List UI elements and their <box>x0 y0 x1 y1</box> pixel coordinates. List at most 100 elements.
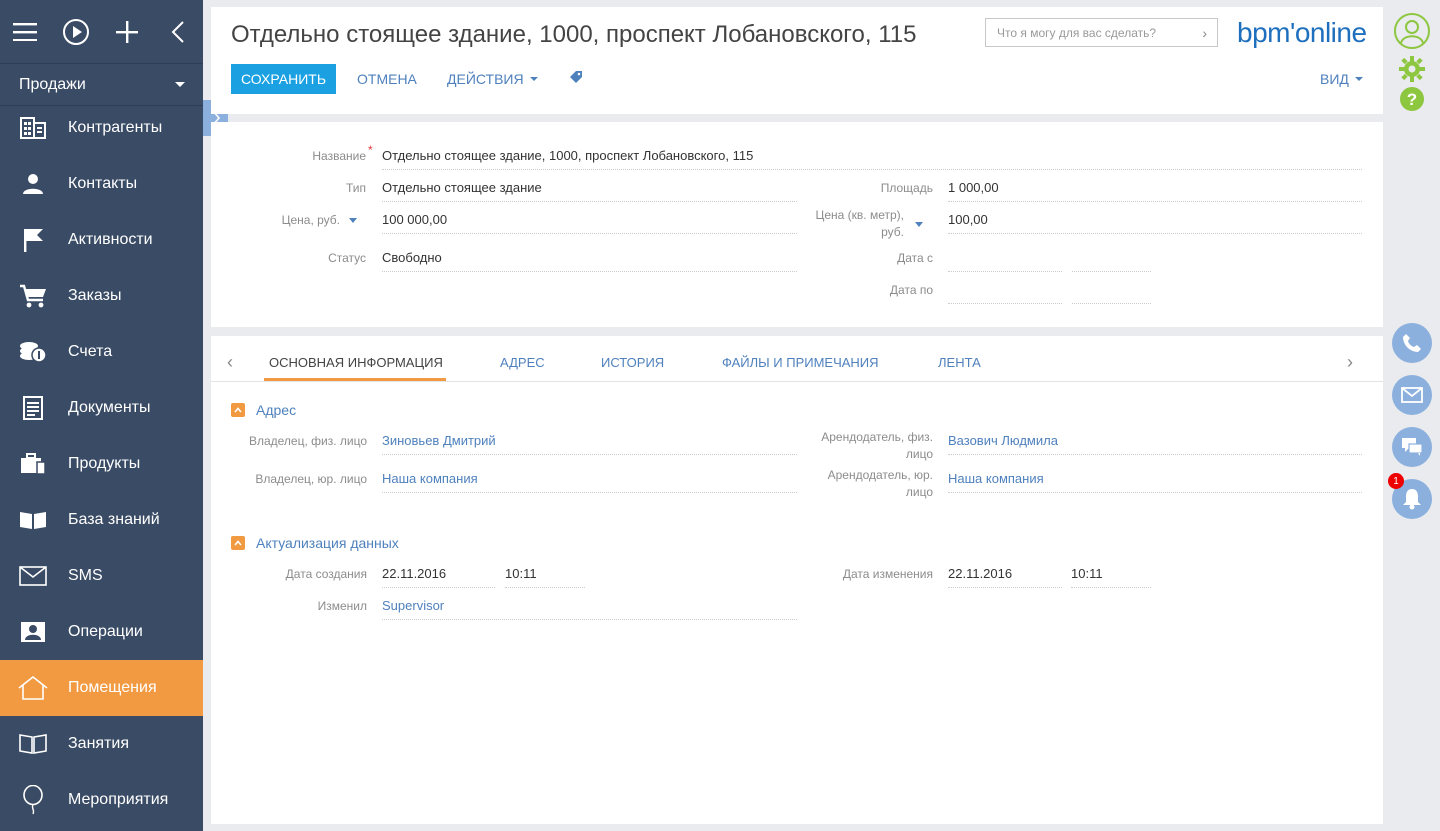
view-button[interactable]: ВИД <box>1320 71 1363 87</box>
sidebar-item-orders[interactable]: Заказы <box>0 268 203 324</box>
sidebar-item-label: Занятия <box>68 735 129 752</box>
sidebar-nav: Контрагенты Контакты Активности Заказы С… <box>0 100 203 828</box>
owner-company-field[interactable]: Наша компания <box>382 469 797 493</box>
owner-company-label: Владелец, юр. лицо <box>255 472 367 486</box>
chat-button[interactable] <box>1392 427 1432 467</box>
area-label: Площадь <box>880 181 933 195</box>
chevron-down-icon[interactable] <box>915 222 923 227</box>
sidebar-item-events[interactable]: Мероприятия <box>0 772 203 828</box>
email-button[interactable] <box>1392 375 1432 415</box>
chevron-left-icon[interactable] <box>152 0 203 64</box>
actions-button-label: ДЕЙСТВИЯ <box>447 71 524 87</box>
price-sqm-label-line-2: руб. <box>881 225 904 239</box>
status-field[interactable]: Свободно <box>382 248 797 272</box>
user-profile-icon[interactable] <box>1393 12 1431 50</box>
document-icon <box>0 396 68 420</box>
svg-text:?: ? <box>1407 90 1417 109</box>
area-field[interactable]: 1 000,00 <box>948 178 1362 202</box>
record-form: Название * Отдельно стоящее здание, 1000… <box>211 122 1383 327</box>
actions-button[interactable]: ДЕЙСТВИЯ <box>447 71 538 87</box>
modified-by-label: Изменил <box>317 599 367 613</box>
flag-icon <box>0 228 68 252</box>
briefcase-icon <box>0 453 68 475</box>
details-panel: ‹ ОСНОВНАЯ ИНФОРМАЦИЯ АДРЕС ИСТОРИЯ ФАЙЛ… <box>211 336 1383 824</box>
tabs-scroll-right-icon[interactable]: › <box>1347 352 1353 373</box>
address-group-header[interactable]: Адрес <box>231 402 296 418</box>
type-label: Тип <box>345 181 366 195</box>
play-icon[interactable] <box>51 0 102 64</box>
command-search-input[interactable]: Что я могу для вас сделать? › <box>985 18 1218 47</box>
sidebar-item-operations[interactable]: Операции <box>0 604 203 660</box>
tab-main-info[interactable]: ОСНОВНАЯ ИНФОРМАЦИЯ <box>269 355 443 370</box>
tenant-company-label-line-1: Арендодатель, юр. <box>827 468 933 482</box>
house-icon <box>0 676 68 700</box>
phone-button[interactable] <box>1392 323 1432 363</box>
tag-icon[interactable] <box>569 70 583 84</box>
sidebar-item-products[interactable]: Продукты <box>0 436 203 492</box>
sidebar-item-label: Активности <box>68 231 153 248</box>
cancel-button[interactable]: ОТМЕНА <box>357 71 417 87</box>
gear-icon[interactable] <box>1399 56 1425 82</box>
created-date-label: Дата создания <box>285 567 367 581</box>
sidebar-item-classes[interactable]: Занятия <box>0 716 203 772</box>
modified-by-field[interactable]: Supervisor <box>382 596 797 620</box>
date-from-label: Дата с <box>897 251 933 265</box>
sidebar-item-premises[interactable]: Помещения <box>0 660 203 716</box>
sidebar-item-label: Контрагенты <box>68 119 163 136</box>
price-sqm-field[interactable]: 100,00 <box>948 210 1362 234</box>
logo: bpm'online <box>1237 17 1367 48</box>
sidebar-item-documents[interactable]: Документы <box>0 380 203 436</box>
data-update-group-header[interactable]: Актуализация данных <box>231 535 399 551</box>
owner-person-field[interactable]: Зиновьев Дмитрий <box>382 431 797 455</box>
sidebar-item-invoices[interactable]: Счета <box>0 324 203 380</box>
tabs-scroll-left-icon[interactable]: ‹ <box>227 352 233 373</box>
created-time-field[interactable]: 10:11 <box>505 564 585 588</box>
date-to-date-field[interactable] <box>948 280 1062 304</box>
page-title: Отдельно стоящее здание, 1000, проспект … <box>231 21 917 48</box>
tenant-person-field[interactable]: Вазович Людмила <box>948 431 1362 455</box>
tab-files-notes[interactable]: ФАЙЛЫ И ПРИМЕЧАНИЯ <box>722 355 879 370</box>
modified-date-field[interactable]: 22.11.2016 <box>948 564 1062 588</box>
menu-icon[interactable] <box>0 0 51 64</box>
date-from-time-field[interactable] <box>1072 248 1151 272</box>
right-toolbar: ? 1 <box>1383 0 1440 831</box>
sidebar-item-label: База знаний <box>68 511 160 528</box>
tenant-company-field[interactable]: Наша компания <box>948 469 1362 493</box>
section-selector-label: Продажи <box>19 75 86 93</box>
notifications-button[interactable]: 1 <box>1388 473 1432 519</box>
coins-icon <box>0 341 68 363</box>
sidebar-item-label: Контакты <box>68 175 138 192</box>
tenant-company-label: Арендодатель, юр. лицо <box>801 467 933 501</box>
data-update-group-title: Актуализация данных <box>256 535 399 551</box>
sidebar-item-label: SMS <box>68 567 103 584</box>
tab-history[interactable]: ИСТОРИЯ <box>601 355 664 370</box>
sidebar-item-knowledge-base[interactable]: База знаний <box>0 492 203 548</box>
sidebar-topbar <box>0 0 203 64</box>
contact-card-icon <box>0 621 68 643</box>
sidebar-item-activities[interactable]: Активности <box>0 212 203 268</box>
tab-feed[interactable]: ЛЕНТА <box>938 355 981 370</box>
search-placeholder: Что я могу для вас сделать? <box>997 25 1157 40</box>
price-label[interactable]: Цена, руб. <box>251 212 357 229</box>
name-field[interactable]: Отдельно стоящее здание, 1000, проспект … <box>382 146 1362 170</box>
sidebar-item-label: Операции <box>68 623 143 640</box>
sidebar-item-sms[interactable]: SMS <box>0 548 203 604</box>
plus-icon[interactable] <box>102 0 153 64</box>
help-icon[interactable]: ? <box>1399 86 1425 112</box>
date-to-time-field[interactable] <box>1072 280 1151 304</box>
price-field[interactable]: 100 000,00 <box>382 210 797 234</box>
open-book-icon <box>0 510 68 530</box>
tab-address[interactable]: АДРЕС <box>500 355 545 370</box>
save-button[interactable]: СОХРАНИТЬ <box>231 64 336 94</box>
date-from-date-field[interactable] <box>948 248 1062 272</box>
view-button-label: ВИД <box>1320 71 1349 87</box>
balloon-icon <box>0 785 68 815</box>
created-date-field[interactable]: 22.11.2016 <box>382 564 495 588</box>
type-field[interactable]: Отдельно стоящее здание <box>382 178 797 202</box>
sidebar-item-accounts[interactable]: Контрагенты <box>0 100 203 156</box>
sidebar-item-contacts[interactable]: Контакты <box>0 156 203 212</box>
collapse-icon <box>231 536 245 550</box>
modified-time-field[interactable]: 10:11 <box>1071 564 1151 588</box>
status-label: Статус <box>328 251 366 265</box>
price-sqm-label[interactable]: Цена (кв. метр), руб. <box>791 207 905 241</box>
